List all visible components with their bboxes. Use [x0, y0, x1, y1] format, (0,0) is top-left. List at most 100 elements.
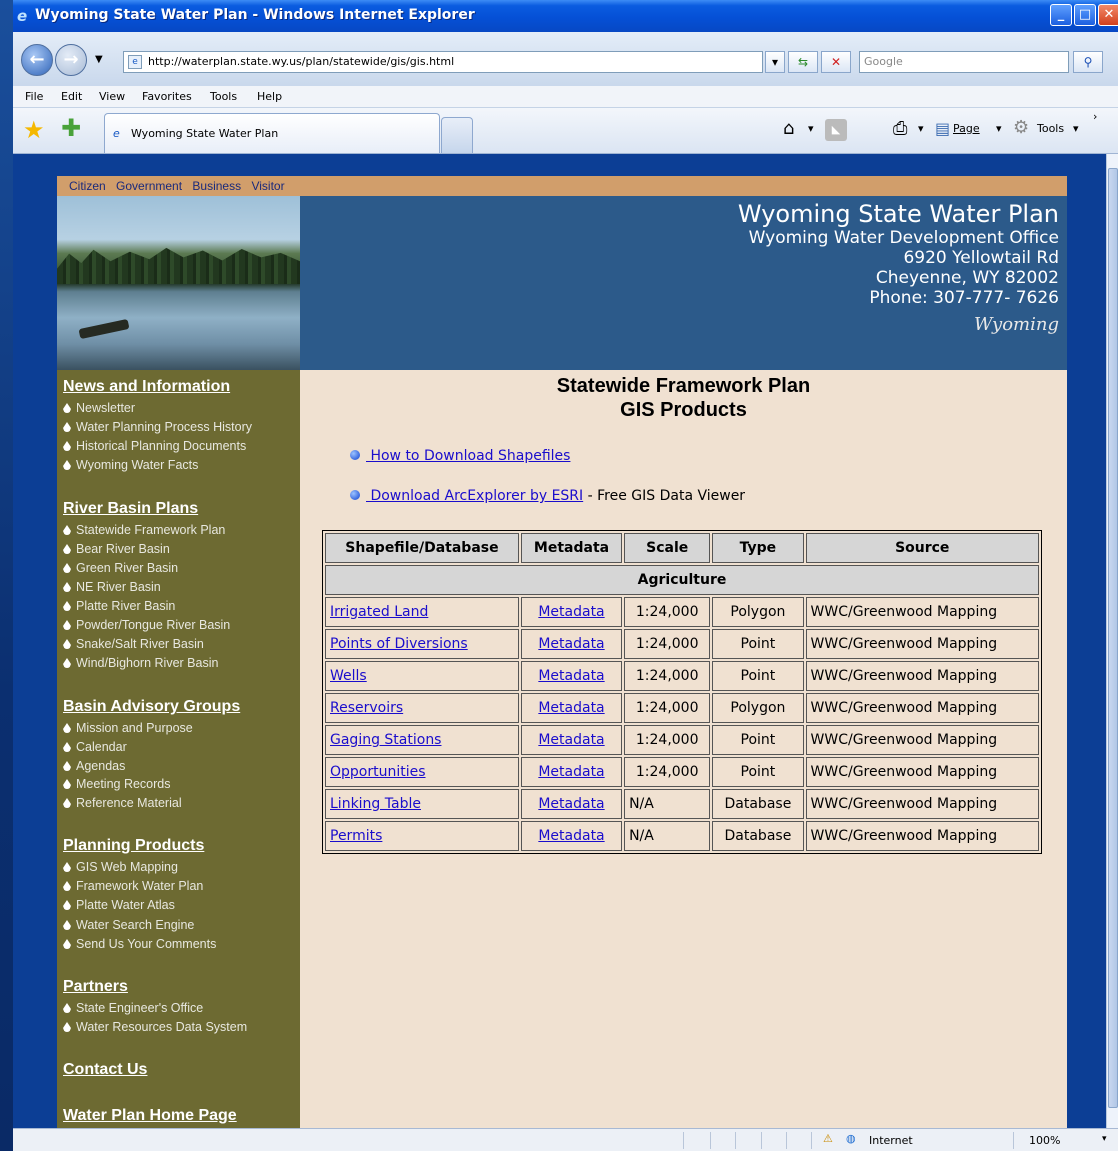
address-dropdown-button[interactable]: ▾ [765, 51, 785, 73]
sidebar-item-snake[interactable]: Snake/Salt River Basin [63, 637, 204, 651]
minimize-button[interactable]: _ [1050, 4, 1072, 26]
nav-citizen[interactable]: Citizen [69, 179, 106, 193]
zone-label[interactable]: Internet [869, 1134, 913, 1147]
zoom-dropdown-icon[interactable]: ▾ [1102, 1134, 1107, 1144]
menu-tools[interactable]: Tools [210, 90, 237, 103]
tools-menu-button[interactable]: Tools [1037, 122, 1064, 135]
menu-view[interactable]: View [99, 90, 125, 103]
add-favorite-icon[interactable]: ✚ [61, 114, 81, 142]
sidebar-heading-partners[interactable]: Partners [63, 978, 128, 996]
download-shapefiles-link[interactable]: How to Download Shapefiles [366, 448, 570, 464]
shapefile-link[interactable]: Opportunities [330, 764, 426, 780]
home-dropdown-icon[interactable]: ▾ [808, 122, 814, 135]
sidebar-item-agendas[interactable]: Agendas [63, 759, 125, 773]
sidebar-item-reference[interactable]: Reference Material [63, 796, 182, 810]
sidebar-item-platte[interactable]: Platte River Basin [63, 599, 175, 613]
sidebar-item-historical-docs[interactable]: Historical Planning Documents [63, 439, 246, 453]
metadata-link[interactable]: Metadata [538, 700, 604, 716]
metadata-link[interactable]: Metadata [538, 732, 604, 748]
page-menu-button[interactable]: Page [953, 122, 980, 135]
menu-edit[interactable]: Edit [61, 90, 82, 103]
shapefile-link[interactable]: Reservoirs [330, 700, 403, 716]
address-bar[interactable]: e http://waterplan.state.wy.us/plan/stat… [123, 51, 763, 73]
shapefile-link[interactable]: Irrigated Land [330, 604, 428, 620]
download-arcexplorer-link[interactable]: Download ArcExplorer by ESRI [366, 488, 583, 504]
sidebar-item-bear[interactable]: Bear River Basin [63, 542, 170, 556]
favorites-star-icon[interactable]: ★ [23, 116, 45, 144]
sidebar-item-wrds[interactable]: Water Resources Data System [63, 1020, 247, 1034]
zoom-level[interactable]: 100% [1029, 1134, 1060, 1147]
sidebar-item-powder[interactable]: Powder/Tongue River Basin [63, 618, 230, 632]
tab-wyoming-water-plan[interactable]: e Wyoming State Water Plan [104, 113, 440, 153]
nav-government[interactable]: Government [116, 179, 182, 193]
sidebar-item-state-engineer[interactable]: State Engineer's Office [63, 1001, 203, 1015]
sidebar-item-mission[interactable]: Mission and Purpose [63, 721, 193, 735]
recent-pages-dropdown-icon[interactable]: ▼ [95, 54, 103, 65]
sidebar-item-calendar[interactable]: Calendar [63, 740, 127, 754]
sidebar-heading-basins[interactable]: River Basin Plans [63, 500, 198, 518]
search-button[interactable]: ⚲ [1073, 51, 1103, 73]
metadata-link[interactable]: Metadata [538, 636, 604, 652]
shapefile-link[interactable]: Wells [330, 668, 367, 684]
close-button[interactable]: ✕ [1098, 4, 1118, 26]
type-cell: Point [712, 629, 804, 659]
sidebar-item-wind[interactable]: Wind/Bighorn River Basin [63, 656, 218, 670]
shapefile-link[interactable]: Linking Table [330, 796, 421, 812]
menu-favorites[interactable]: Favorites [142, 90, 192, 103]
page-menu-icon: ▤ [935, 119, 951, 138]
vertical-scrollbar[interactable] [1106, 154, 1118, 1128]
metadata-link[interactable]: Metadata [538, 604, 604, 620]
status-bar: ⚠ ◍ Internet 100% ▾ [13, 1128, 1118, 1151]
shapefile-link[interactable]: Points of Diversions [330, 636, 468, 652]
sidebar-item-comments[interactable]: Send Us Your Comments [63, 937, 216, 951]
scrollbar-thumb[interactable] [1108, 168, 1118, 1108]
sidebar-item-newsletter[interactable]: Newsletter [63, 401, 135, 415]
page-dropdown-icon[interactable]: ▾ [996, 122, 1002, 135]
maximize-button[interactable]: □ [1074, 4, 1096, 26]
protected-mode-icon[interactable]: ⚠ [823, 1132, 833, 1145]
title-bar[interactable]: e Wyoming State Water Plan - Windows Int… [13, 0, 1118, 32]
sidebar-home-page[interactable]: Water Plan Home Page [63, 1107, 237, 1125]
table-row: Reservoirs Metadata 1:24,000 Polygon WWC… [325, 693, 1039, 723]
sidebar-item-atlas[interactable]: Platte Water Atlas [63, 898, 175, 912]
metadata-link[interactable]: Metadata [538, 828, 604, 844]
metadata-link[interactable]: Metadata [538, 668, 604, 684]
sidebar-heading-products[interactable]: Planning Products [63, 837, 204, 855]
sidebar-contact-us[interactable]: Contact Us [63, 1061, 147, 1079]
nav-visitor[interactable]: Visitor [251, 179, 284, 193]
stop-button[interactable]: ✕ [821, 51, 851, 73]
download-shapefiles-item: How to Download Shapefiles [350, 448, 570, 464]
sidebar-item-framework[interactable]: Framework Water Plan [63, 879, 203, 893]
sidebar-item-statewide[interactable]: Statewide Framework Plan [63, 523, 225, 537]
menu-file[interactable]: File [25, 90, 43, 103]
back-button[interactable]: ← [21, 44, 53, 76]
col-scale: Scale [624, 533, 711, 563]
menu-help[interactable]: Help [257, 90, 282, 103]
shapefile-link[interactable]: Permits [330, 828, 382, 844]
sidebar-item-meeting-records[interactable]: Meeting Records [63, 777, 171, 791]
metadata-link[interactable]: Metadata [538, 764, 604, 780]
sidebar-item-water-facts[interactable]: Wyoming Water Facts [63, 458, 198, 472]
sidebar-item-process-history[interactable]: Water Planning Process History [63, 420, 252, 434]
print-icon[interactable]: ⎙ [893, 118, 907, 139]
sidebar-item-green[interactable]: Green River Basin [63, 561, 178, 575]
metadata-link[interactable]: Metadata [538, 796, 604, 812]
forward-button[interactable]: → [55, 44, 87, 76]
sidebar-heading-advisory[interactable]: Basin Advisory Groups [63, 698, 240, 716]
nav-business[interactable]: Business [192, 179, 241, 193]
chevron-right-icon[interactable]: › [1093, 110, 1097, 123]
shapefile-link[interactable]: Gaging Stations [330, 732, 441, 748]
home-icon[interactable]: ⌂ [783, 118, 794, 139]
print-dropdown-icon[interactable]: ▾ [918, 122, 924, 135]
new-tab-button[interactable] [441, 117, 473, 153]
sidebar-heading-news[interactable]: News and Information [63, 378, 230, 396]
col-metadata: Metadata [520, 533, 623, 563]
sidebar-item-ne[interactable]: NE River Basin [63, 580, 161, 594]
search-input[interactable]: Google [859, 51, 1069, 73]
sidebar-item-gis-web[interactable]: GIS Web Mapping [63, 860, 178, 874]
refresh-button[interactable]: ⇆ [788, 51, 818, 73]
scale-cell: 1:24,000 [624, 725, 711, 755]
feeds-icon[interactable]: ◣ [825, 119, 847, 141]
tools-dropdown-icon[interactable]: ▾ [1073, 122, 1079, 135]
sidebar-item-search-engine[interactable]: Water Search Engine [63, 918, 194, 932]
